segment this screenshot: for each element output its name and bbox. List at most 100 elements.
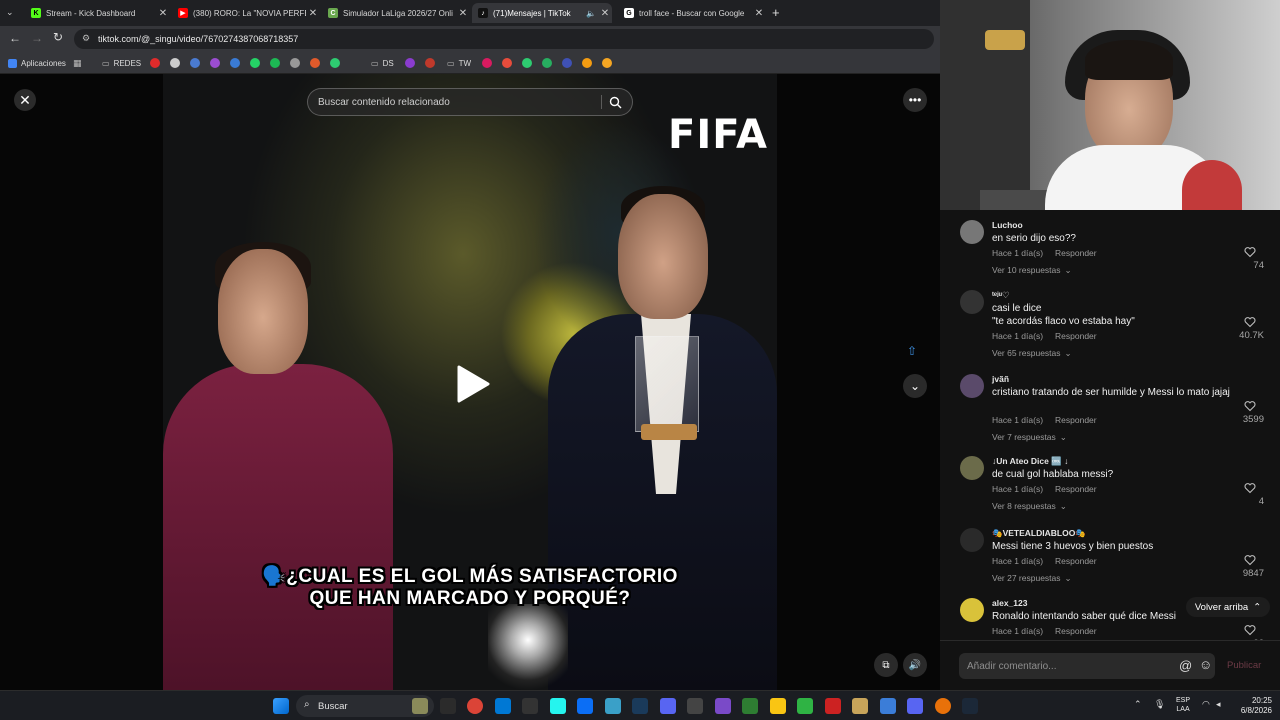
comment-username[interactable]: alex_123 (992, 598, 1027, 608)
like-heart-icon[interactable] (1244, 246, 1256, 258)
tab-close-icon[interactable]: ✕ (752, 8, 766, 19)
bookmark-favicon-icon[interactable] (230, 57, 240, 69)
taskbar-app-icon[interactable] (604, 698, 621, 714)
reload-icon[interactable]: ↻ (53, 30, 63, 44)
tab-search-chevron-icon[interactable]: ⌄ (6, 7, 14, 18)
reply-button[interactable]: Responder (1055, 484, 1097, 494)
avatar[interactable] (960, 598, 984, 622)
play-icon[interactable] (455, 364, 491, 404)
bookmark-favicon-icon[interactable] (250, 57, 260, 69)
reply-button[interactable]: Responder (1055, 331, 1097, 341)
bookmark-folder-redes[interactable]: ▭ REDES (102, 57, 141, 69)
comment-username[interactable]: ↓Un Ateo Dice 🆒 ↓ (992, 456, 1068, 467)
bookmark-favicon-icon[interactable] (602, 57, 612, 69)
bookmark-favicon-icon[interactable] (522, 57, 532, 69)
bookmark-favicon-icon[interactable] (310, 57, 320, 69)
tab-close-icon[interactable]: ✕ (156, 8, 170, 19)
bookmark-favicon-icon[interactable] (190, 57, 200, 69)
bookmark-favicon-icon[interactable] (330, 57, 340, 69)
tab-close-icon[interactable]: ✕ (306, 8, 320, 19)
taskbar-app-icon[interactable] (797, 698, 813, 714)
view-replies-button[interactable]: Ver 65 respuestas ⌄ (992, 348, 1072, 359)
taskbar-app-icon[interactable] (962, 698, 978, 714)
reply-button[interactable]: Responder (1055, 626, 1097, 636)
chevron-down-icon[interactable]: ⌄ (903, 374, 927, 398)
address-bar[interactable]: ⚙ tiktok.com/@_singu/video/7670274387068… (74, 29, 934, 49)
volume-icon[interactable]: 🔊 (903, 653, 927, 677)
bookmark-favicon-icon[interactable] (210, 57, 220, 69)
windows-start-icon[interactable] (273, 698, 289, 714)
bookmark-favicon-icon[interactable] (425, 57, 435, 69)
avatar[interactable] (960, 374, 984, 398)
comment-input[interactable]: Añadir comentario... (959, 653, 1215, 679)
apps-grid-icon[interactable]: ▦ (73, 57, 82, 69)
bookmark-favicon-icon[interactable] (582, 57, 592, 69)
reply-button[interactable]: Responder (1055, 415, 1097, 425)
view-replies-button[interactable]: Ver 7 respuestas ⌄ (992, 432, 1067, 443)
browser-tab[interactable]: ▶ (380) RORO: La "NOVIA PERFEC ✕ (172, 3, 320, 23)
taskbar-app-icon[interactable] (742, 698, 758, 714)
taskbar-app-icon[interactable] (714, 698, 731, 714)
taskbar-app-icon[interactable] (522, 698, 538, 714)
more-options-icon[interactable]: ••• (903, 88, 927, 112)
comment-username[interactable]: ᵗᵉʲᵘ♡ (992, 290, 1009, 301)
close-icon[interactable]: ✕ (14, 89, 36, 111)
browser-tab[interactable]: K Stream - Kick Dashboard ✕ (25, 3, 170, 23)
related-search-input[interactable]: Buscar contenido relacionado (307, 88, 633, 116)
publish-button[interactable]: Publicar (1227, 660, 1261, 671)
bookmark-favicon-icon[interactable] (562, 57, 572, 69)
view-replies-button[interactable]: Ver 27 respuestas ⌄ (992, 573, 1072, 584)
taskbar-app-icon[interactable] (934, 698, 951, 714)
taskbar-app-icon[interactable] (769, 698, 786, 714)
comment-username[interactable]: 🎭VETEALDIABLOO🎭 (992, 528, 1086, 539)
taskbar-app-icon[interactable] (824, 698, 841, 714)
taskbar-app-icon[interactable] (549, 698, 566, 714)
taskbar-app-icon[interactable] (852, 698, 868, 714)
tab-audio-icon[interactable]: 🔈 (584, 9, 598, 18)
taskbar-app-icon[interactable] (467, 698, 483, 714)
taskbar-app-icon[interactable] (659, 698, 676, 714)
reply-button[interactable]: Responder (1055, 248, 1097, 258)
like-heart-icon[interactable] (1244, 554, 1256, 566)
bookmark-folder-ds[interactable]: ▭ DS (371, 57, 394, 69)
like-heart-icon[interactable] (1244, 316, 1256, 328)
browser-tab[interactable]: ♪ (71)Mensajes | TikTok 🔈 ✕ (472, 3, 612, 23)
bookmark-favicon-icon[interactable] (542, 57, 552, 69)
taskbar-app-icon[interactable] (412, 698, 428, 714)
view-replies-button[interactable]: Ver 8 respuestas ⌄ (992, 501, 1067, 512)
avatar[interactable] (960, 456, 984, 480)
speaker-icon[interactable]: ◂ (1216, 699, 1221, 710)
taskbar-app-icon[interactable] (632, 698, 648, 714)
avatar[interactable] (960, 220, 984, 244)
bookmark-favicon-icon[interactable] (502, 57, 512, 69)
browser-tab[interactable]: C Simulador LaLiga 2026/27 Onli ✕ (322, 3, 470, 23)
bookmark-favicon-icon[interactable] (270, 57, 280, 69)
language-indicator[interactable]: ESP LAA (1176, 696, 1190, 714)
bookmark-favicon-icon[interactable] (405, 57, 415, 69)
tab-close-icon[interactable]: ✕ (456, 8, 470, 19)
browser-tab[interactable]: Gtroll face - Buscar con Google ✕ (618, 3, 766, 23)
new-tab-plus-icon[interactable]: + (772, 5, 780, 20)
reply-button[interactable]: Responder (1055, 556, 1097, 566)
picture-in-picture-icon[interactable]: ⧉ (874, 653, 898, 677)
up-arrow-icon[interactable]: ⇧ (907, 344, 917, 358)
scroll-to-top-button[interactable]: Volver arriba ⌃ (1186, 597, 1270, 617)
site-info-icon[interactable]: ⚙ (82, 33, 90, 44)
bookmark-folder-tw[interactable]: ▭ TW (447, 57, 471, 69)
mention-icon[interactable]: @ (1179, 658, 1192, 673)
search-icon[interactable] (609, 96, 622, 109)
like-heart-icon[interactable] (1244, 624, 1256, 636)
taskbar-app-icon[interactable] (907, 698, 923, 714)
taskbar-app-icon[interactable] (687, 698, 703, 714)
clock[interactable]: 20:25 6/8/2026 (1232, 696, 1272, 716)
like-heart-icon[interactable] (1244, 400, 1256, 412)
taskbar-app-icon[interactable] (439, 698, 456, 714)
comment-username[interactable]: jvãñ (992, 374, 1009, 384)
bookmark-favicon-icon[interactable] (170, 57, 180, 69)
like-heart-icon[interactable] (1244, 482, 1256, 494)
avatar[interactable] (960, 290, 984, 314)
tab-close-icon[interactable]: ✕ (598, 8, 612, 19)
apps-bookmark[interactable]: Aplicaciones (8, 57, 66, 69)
bookmark-favicon-icon[interactable] (482, 57, 492, 69)
view-replies-button[interactable]: Ver 10 respuestas ⌄ (992, 265, 1072, 276)
